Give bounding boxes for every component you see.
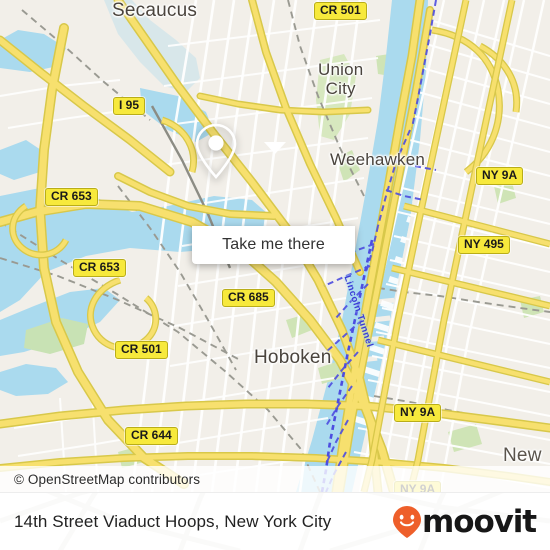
moovit-wordmark: moovit [422,503,537,540]
popup-header [192,122,355,226]
footer-title: 14th Street Viaduct Hoops, New York City [14,512,332,531]
map-shield-cr685: CR 685 [222,289,275,307]
map-shield-cr653-lower: CR 653 [73,259,126,277]
map-screenshot: Secaucus Union City Weehawken Hoboken Ne… [0,0,550,550]
map-shield-ny9a-upper: NY 9A [476,167,524,185]
map-shield-cr501-north: CR 501 [314,2,367,20]
popup-pointer [264,142,286,154]
map-pin-icon [195,123,237,179]
osm-attribution-text: © OpenStreetMap contributors [14,471,201,487]
map-shield-cr653-upper: CR 653 [45,188,98,206]
map-shield-cr644: CR 644 [125,427,178,445]
moovit-logo[interactable]: moovit [392,503,537,540]
map-shield-ny9a-mid: NY 9A [394,404,442,422]
map-shield-ny495: NY 495 [458,236,510,254]
map-shield-cr501-south: CR 501 [115,341,168,359]
footer-bar: 14th Street Viaduct Hoops, New York City… [0,492,550,550]
map-shield-i95: I 95 [113,97,146,115]
map-canvas[interactable]: Secaucus Union City Weehawken Hoboken Ne… [0,0,550,492]
take-me-there-label: Take me there [222,236,325,253]
take-me-there-button[interactable]: Take me there [192,226,355,264]
moovit-pin-smile-icon [393,506,422,538]
osm-attribution: © OpenStreetMap contributors [0,466,550,492]
